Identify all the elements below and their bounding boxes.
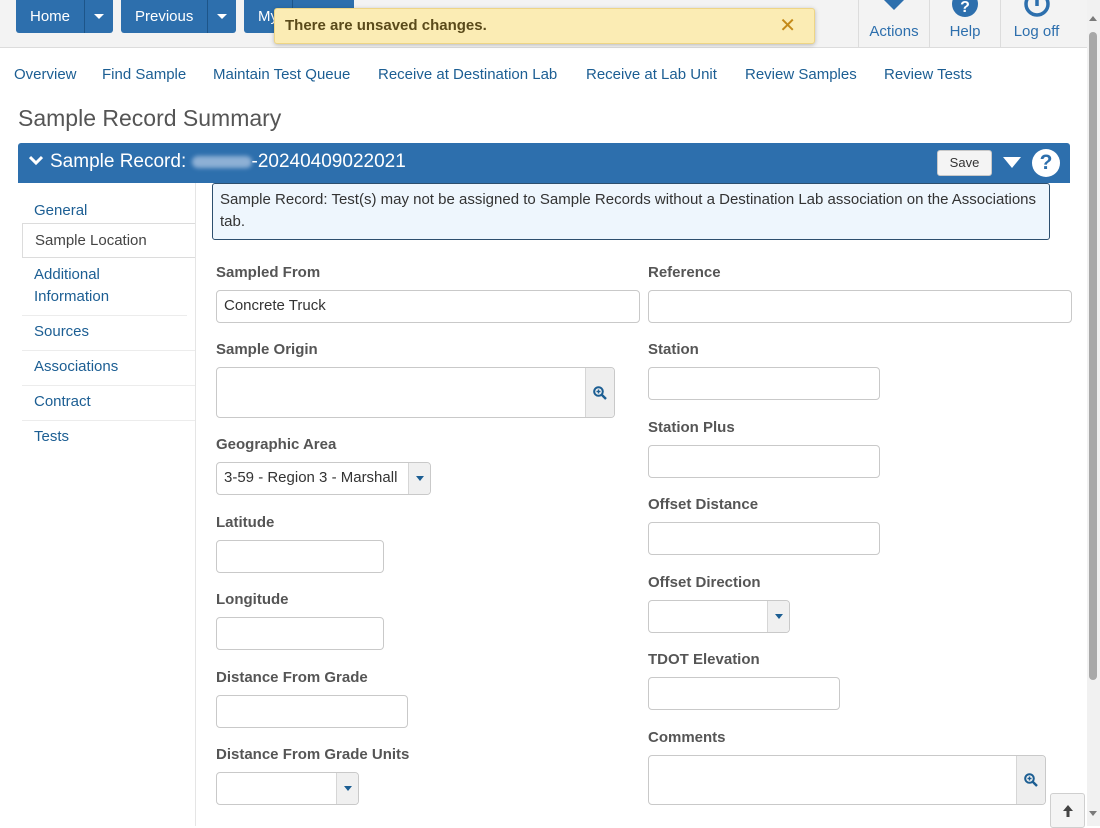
log-off-label: Log off xyxy=(1013,23,1060,40)
power-icon xyxy=(1023,0,1050,17)
panel-menu-caret-icon[interactable] xyxy=(1003,157,1021,168)
sampled-from-label: Sampled From xyxy=(216,264,321,281)
sample-origin-lookup-button[interactable] xyxy=(585,368,614,417)
comments-field xyxy=(648,755,1046,805)
help-button[interactable]: ? Help xyxy=(929,0,1000,47)
latitude-input[interactable] xyxy=(216,540,384,573)
chevron-down-icon xyxy=(217,14,228,19)
zoom-in-icon xyxy=(593,385,607,400)
distance-from-grade-input[interactable] xyxy=(216,695,408,728)
offset-direction-select[interactable] xyxy=(648,600,790,633)
nav-review-samples[interactable]: Review Samples xyxy=(745,66,857,83)
arrow-up-icon xyxy=(1062,804,1073,817)
geographic-area-dropdown[interactable] xyxy=(408,463,430,494)
geographic-area-value: 3-59 - Region 3 - Marshall xyxy=(224,469,398,486)
sample-record-panel-header: Sample Record: -20240409022021 Save ? xyxy=(18,143,1070,183)
zoom-in-icon xyxy=(1024,773,1038,787)
chevron-down-icon xyxy=(94,14,105,19)
previous-split-button: Previous xyxy=(121,0,237,33)
actions-label: Actions xyxy=(869,23,919,40)
tab-sources[interactable]: Sources xyxy=(22,316,196,351)
nav-maintain-test-queue[interactable]: Maintain Test Queue xyxy=(213,66,350,83)
page-title: Sample Record Summary xyxy=(18,105,282,131)
info-message: Sample Record: Test(s) may not be assign… xyxy=(212,183,1050,240)
unsaved-changes-toast: There are unsaved changes. ✕ xyxy=(274,8,815,44)
actions-button[interactable]: Actions xyxy=(858,0,929,47)
reference-input[interactable] xyxy=(648,290,1072,323)
scrollbar-thumb[interactable] xyxy=(1089,32,1097,680)
panel-help-icon[interactable]: ? xyxy=(1032,149,1060,177)
tab-additional-information[interactable]: Additional Information xyxy=(22,262,187,316)
home-button[interactable]: Home xyxy=(16,0,86,33)
offset-direction-dropdown[interactable] xyxy=(767,601,789,632)
panel-title-prefix: Sample Record: xyxy=(50,151,192,172)
top-toolbar: Home Previous My There are unsaved chang… xyxy=(0,0,1088,48)
sampled-from-input[interactable]: Concrete Truck xyxy=(216,290,640,323)
longitude-input[interactable] xyxy=(216,617,384,650)
distance-from-grade-units-label: Distance From Grade Units xyxy=(216,746,410,763)
tab-associations[interactable]: Associations xyxy=(22,351,196,386)
tab-contract[interactable]: Contract xyxy=(22,386,196,421)
close-icon[interactable]: ✕ xyxy=(779,9,796,43)
offset-distance-input[interactable] xyxy=(648,522,880,555)
nav-overview[interactable]: Overview xyxy=(14,66,77,83)
sample-origin-field xyxy=(216,367,615,418)
save-button[interactable]: Save xyxy=(937,150,992,176)
scroll-down-arrow-icon[interactable] xyxy=(1089,811,1097,816)
actions-chevron-icon xyxy=(884,0,904,10)
scroll-up-arrow-icon[interactable] xyxy=(1089,16,1097,21)
help-icon: ? xyxy=(952,0,978,17)
nav-receive-at-lab-unit[interactable]: Receive at Lab Unit xyxy=(586,66,717,83)
latitude-label: Latitude xyxy=(216,514,275,531)
offset-direction-label: Offset Direction xyxy=(648,574,761,591)
reference-label: Reference xyxy=(648,264,721,281)
geographic-area-select[interactable]: 3-59 - Region 3 - Marshall xyxy=(216,462,431,495)
svg-text:?: ? xyxy=(960,0,970,16)
sample-origin-label: Sample Origin xyxy=(216,341,318,358)
longitude-label: Longitude xyxy=(216,591,289,608)
tab-sample-location[interactable]: Sample Location xyxy=(22,223,196,258)
home-dropdown-button[interactable] xyxy=(85,0,113,33)
panel-title-suffix: -20240409022021 xyxy=(251,151,406,172)
previous-button[interactable]: Previous xyxy=(121,0,209,33)
nav-review-tests[interactable]: Review Tests xyxy=(884,66,972,83)
distance-from-grade-units-dropdown[interactable] xyxy=(336,773,358,804)
station-plus-input[interactable] xyxy=(648,445,880,478)
content-divider xyxy=(195,183,196,826)
log-off-button[interactable]: Log off xyxy=(1000,0,1072,47)
redacted-id xyxy=(191,155,252,168)
back-to-top-button[interactable] xyxy=(1050,793,1085,828)
comments-label: Comments xyxy=(648,729,726,746)
chevron-down-icon[interactable] xyxy=(29,155,43,167)
station-plus-label: Station Plus xyxy=(648,419,735,436)
toast-message: There are unsaved changes. xyxy=(285,17,487,34)
help-label: Help xyxy=(949,23,981,40)
offset-distance-label: Offset Distance xyxy=(648,496,759,513)
distance-from-grade-units-select[interactable] xyxy=(216,772,359,805)
chevron-down-icon xyxy=(774,614,783,619)
nav-receive-at-destination-lab[interactable]: Receive at Destination Lab xyxy=(378,66,557,83)
chevron-down-icon xyxy=(343,786,352,791)
station-input[interactable] xyxy=(648,367,880,400)
comments-lookup-button[interactable] xyxy=(1016,756,1045,804)
nav-find-sample[interactable]: Find Sample xyxy=(102,66,186,83)
previous-dropdown-button[interactable] xyxy=(208,0,236,33)
tdot-elevation-input[interactable] xyxy=(648,677,840,710)
panel-title: Sample Record: -20240409022021 xyxy=(50,151,406,173)
tdot-elevation-label: TDOT Elevation xyxy=(648,651,760,668)
station-label: Station xyxy=(648,341,699,358)
distance-from-grade-label: Distance From Grade xyxy=(216,669,368,686)
tab-tests[interactable]: Tests xyxy=(22,421,196,456)
geographic-area-label: Geographic Area xyxy=(216,436,337,453)
home-split-button: Home xyxy=(16,0,114,33)
chevron-down-icon xyxy=(415,476,424,481)
